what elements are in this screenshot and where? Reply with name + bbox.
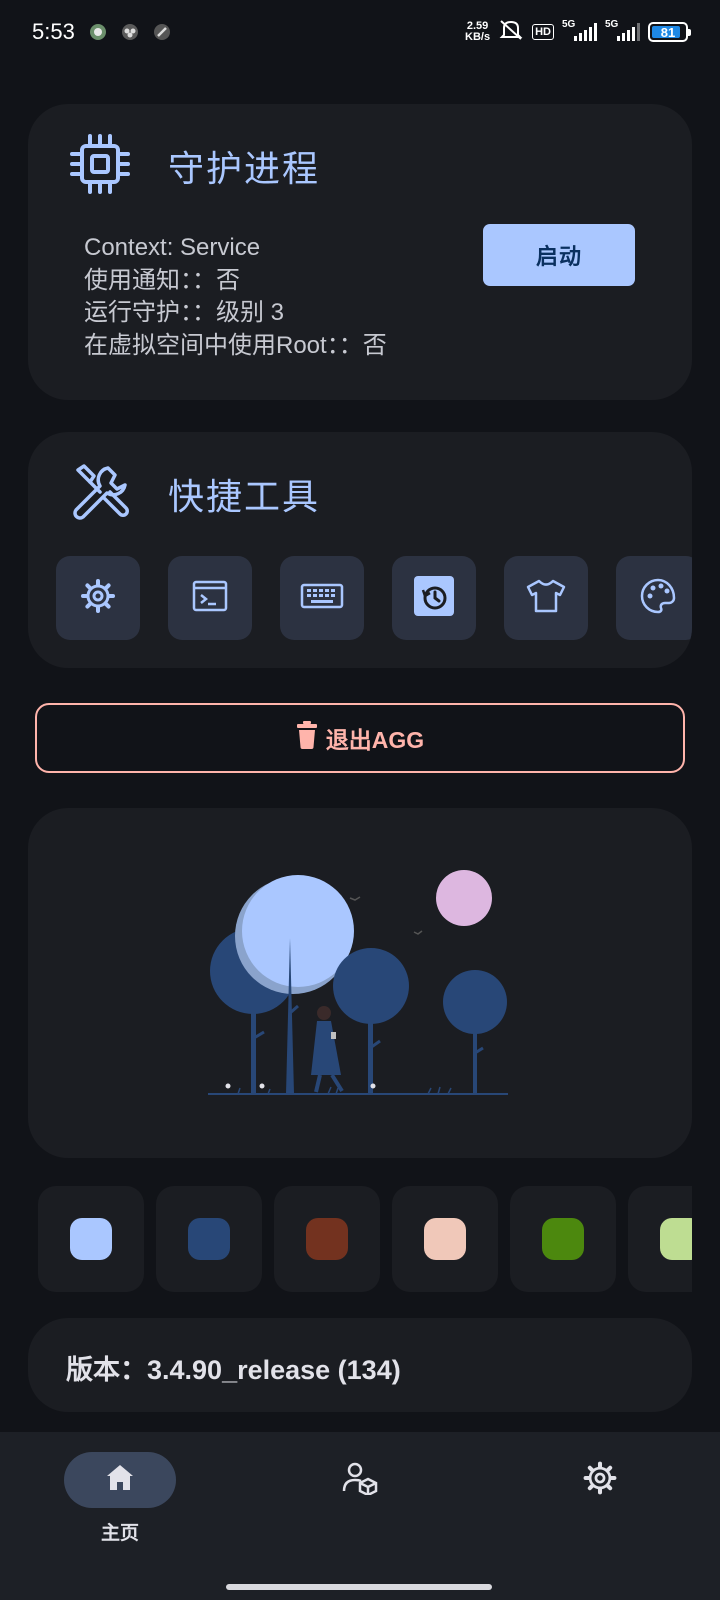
gear-icon <box>78 576 118 621</box>
mute-icon <box>498 18 524 47</box>
history-clock-icon <box>412 574 456 623</box>
nav-apps-pill[interactable] <box>304 1452 416 1508</box>
signal-label: 5G <box>562 19 576 30</box>
walking-in-forest-illustration <box>208 870 508 1095</box>
color-swatch <box>188 1218 230 1260</box>
wrench-screwdriver-icon <box>68 460 132 524</box>
bottom-navigation: 主页 <box>0 1432 720 1600</box>
walking-person <box>311 1006 344 1093</box>
palette-icon <box>638 576 678 621</box>
color-swatch-button[interactable] <box>510 1186 616 1292</box>
nav-home-label: 主页 <box>100 1523 139 1544</box>
version-text: 版本：3.4.90_release (134) <box>66 1355 401 1385</box>
color-swatch <box>660 1218 692 1260</box>
network-speed: 2.59 KB/s <box>465 21 490 43</box>
color-swatch <box>306 1218 348 1260</box>
guard-process-card: 守护进程 Context: Service 使用通知：：否 运行守护：：级别 3… <box>28 104 692 400</box>
user-package-icon <box>342 1461 378 1500</box>
status-bar: 5:53 2.59 KB/s HD 5G 5G 81 <box>0 0 720 64</box>
info-line: 运行守护：：级别 3 <box>84 299 285 326</box>
settings-icon <box>582 1460 618 1501</box>
terminal-icon <box>190 576 230 621</box>
nav-home[interactable]: 主页 <box>0 1452 240 1545</box>
info-line: Context: Service <box>84 234 261 261</box>
nav-home-pill[interactable] <box>64 1452 176 1508</box>
quick-tools-card: 快捷工具 <box>28 432 692 668</box>
nav-apps[interactable] <box>240 1452 480 1508</box>
guard-info: Context: Service 使用通知：：否 运行守护：：级别 3 在虚拟空… <box>84 232 387 362</box>
color-swatch-button[interactable] <box>274 1186 380 1292</box>
color-swatch-button[interactable] <box>392 1186 498 1292</box>
notification-icons <box>89 23 171 41</box>
color-swatch <box>424 1218 466 1260</box>
status-right: 2.59 KB/s HD 5G 5G 81 <box>465 18 691 47</box>
tshirt-icon <box>525 576 567 621</box>
terminal-tool-button[interactable] <box>168 556 252 640</box>
app-notification-icon <box>153 23 171 41</box>
settings-tool-button[interactable] <box>56 556 140 640</box>
keyboard-tool-button[interactable] <box>280 556 364 640</box>
keyboard-icon <box>300 576 344 621</box>
exit-agg-button[interactable]: 退出AGG <box>35 703 685 773</box>
color-swatch-button[interactable] <box>38 1186 144 1292</box>
battery-icon: 81 <box>648 22 691 42</box>
signal-label: 5G <box>605 19 619 30</box>
tools-row <box>56 556 692 640</box>
quick-tools-title: 快捷工具 <box>168 477 321 518</box>
battery-level: 81 <box>660 24 676 40</box>
home-icon <box>104 1462 136 1499</box>
signal-strength-1: 5G <box>562 19 597 41</box>
signal-strength-2: 5G <box>605 19 640 41</box>
guard-process-title: 守护进程 <box>168 149 321 190</box>
version-card[interactable]: 版本：3.4.90_release (134) <box>28 1318 692 1412</box>
color-swatch-button[interactable] <box>628 1186 692 1292</box>
info-line: 在虚拟空间中使用Root：：否 <box>84 331 387 359</box>
color-swatch <box>542 1218 584 1260</box>
hd-badge: HD <box>532 24 554 40</box>
cpu-chip-icon <box>68 132 132 196</box>
status-time: 5:53 <box>32 19 75 44</box>
color-swatch-button[interactable] <box>156 1186 262 1292</box>
palette-tool-button[interactable] <box>616 556 692 640</box>
exit-agg-label: 退出AGG <box>325 727 425 753</box>
start-button[interactable]: 启动 <box>483 224 635 286</box>
nav-settings-pill[interactable] <box>544 1452 656 1508</box>
trash-icon <box>296 721 318 755</box>
gesture-handle[interactable] <box>226 1584 492 1590</box>
history-tool-button[interactable] <box>392 556 476 640</box>
app-notification-icon <box>121 23 139 41</box>
app-notification-icon <box>89 23 107 41</box>
color-swatch <box>70 1218 112 1260</box>
nav-settings[interactable] <box>480 1452 720 1508</box>
color-swatch-row <box>38 1186 692 1292</box>
network-speed-unit: KB/s <box>465 31 491 43</box>
theme-tool-button[interactable] <box>504 556 588 640</box>
illustration-card <box>28 808 692 1158</box>
info-line: 使用通知：：否 <box>84 266 240 294</box>
